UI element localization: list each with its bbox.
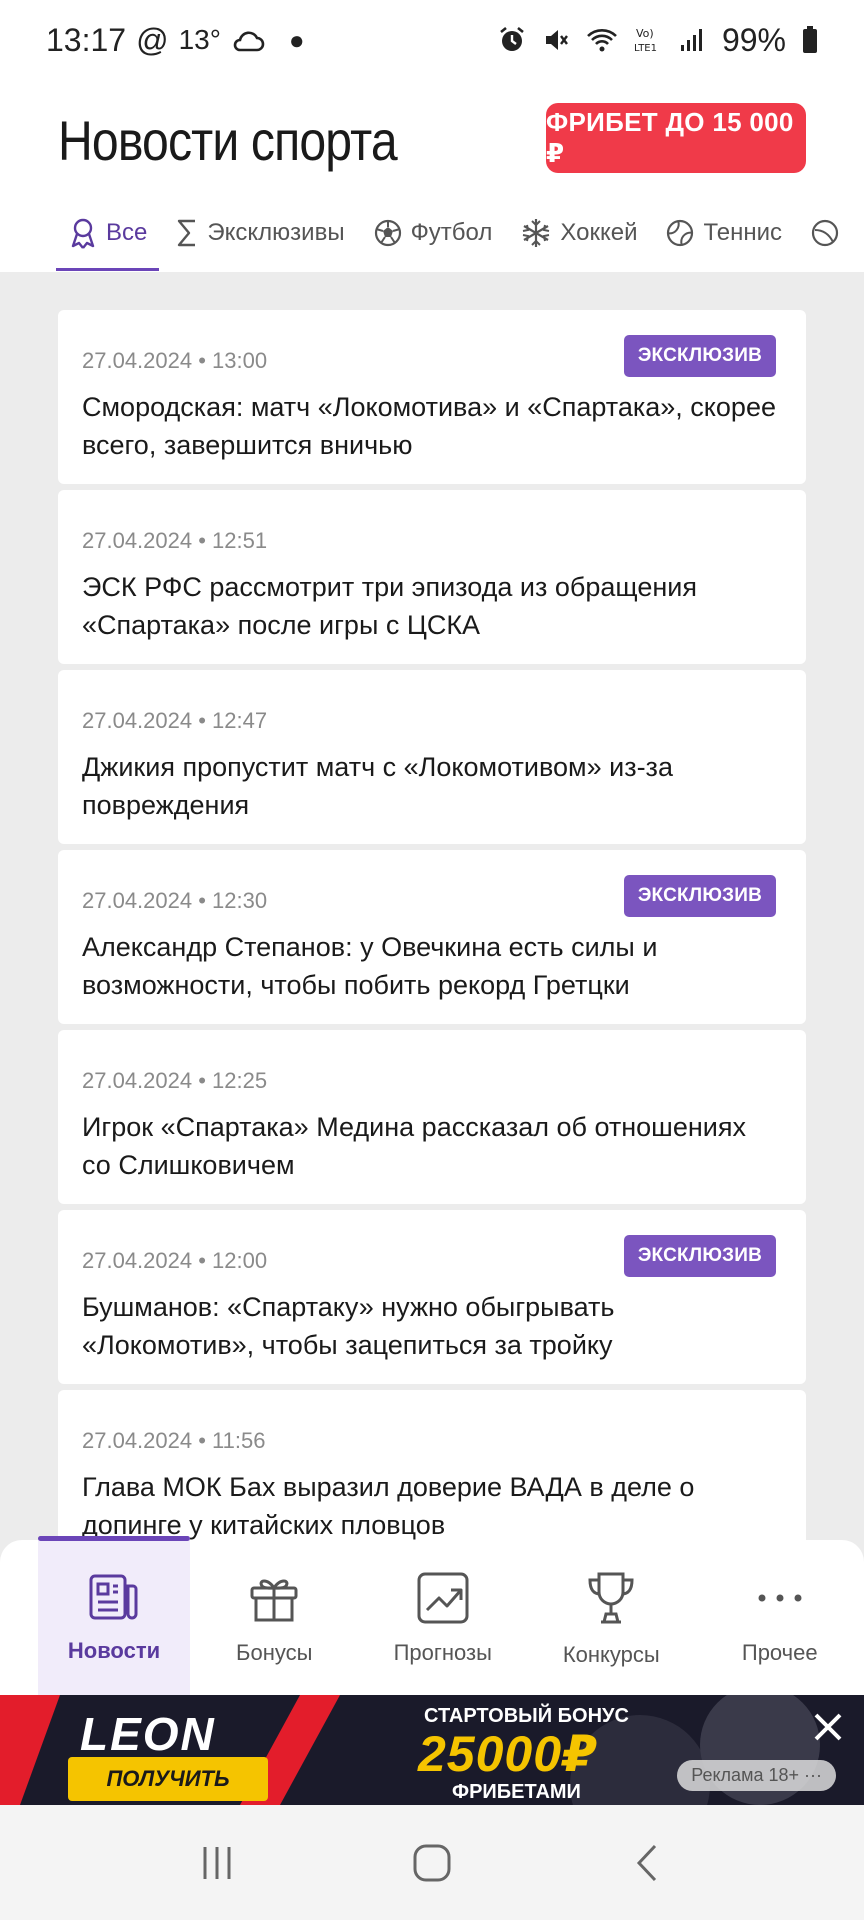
- exclusive-badge: ЭКСКЛЮЗИВ: [623, 1235, 776, 1277]
- tab-all[interactable]: Все: [56, 200, 160, 271]
- mute-icon: [545, 30, 568, 50]
- nav-predictions[interactable]: Прогнозы: [359, 1540, 528, 1695]
- ad-promo-amount: 25000₽: [418, 1726, 598, 1782]
- home-icon[interactable]: [412, 1843, 452, 1883]
- recent-apps-icon[interactable]: [197, 1843, 237, 1883]
- news-headline: Смородская: матч «Локомотива» и «Спартак…: [82, 392, 776, 460]
- news-date: 27.04.2024 • 12:47: [82, 708, 268, 733]
- snowflake-icon: [523, 219, 550, 247]
- nav-more[interactable]: Прочее: [696, 1540, 864, 1695]
- chart-icon: [417, 1572, 469, 1624]
- tab-exclusives[interactable]: Эксклюзивы: [163, 200, 356, 266]
- news-card[interactable]: 27.04.2024 • 12:00 ЭКСКЛЮЗИВ Бушманов: «…: [58, 1210, 806, 1384]
- ad-label[interactable]: Реклама 18+ ···: [677, 1760, 836, 1791]
- more-icon: [758, 1594, 802, 1602]
- news-headline: Игрок «Спартака» Медина рассказал об отн…: [82, 1112, 746, 1180]
- status-bar: 13:17 @ 13° ● Vo) LTE1 99%: [0, 0, 864, 80]
- ad-banner[interactable]: LEON ПОЛУЧИТЬ СТАРТОВЫЙ БОНУС 25000₽ ФРИ…: [0, 1695, 864, 1805]
- battery-icon: [803, 26, 817, 53]
- sigma-icon: [178, 219, 196, 247]
- bottom-nav: Новости Бонусы Прогнозы Конкурсы Прочее: [0, 1536, 864, 1695]
- at-icon: @: [136, 21, 169, 58]
- ad-brand-logo: LEON: [80, 1708, 216, 1760]
- news-list: 27.04.2024 • 13:00 ЭКСКЛЮЗИВ Смородская:…: [58, 310, 806, 1570]
- news-card[interactable]: 27.04.2024 • 12:51 ЭСК РФС рассмотрит тр…: [58, 490, 806, 664]
- cloud-icon: [233, 31, 265, 52]
- soccer-ball-icon: [374, 219, 401, 247]
- more-icon: ···: [804, 1765, 822, 1785]
- alarm-icon: [500, 26, 524, 51]
- close-icon[interactable]: [810, 1709, 846, 1745]
- volte-icon: Vo) LTE1: [634, 27, 657, 54]
- ad-promo-subtitle: ФРИБЕТАМИ: [452, 1781, 581, 1803]
- nav-news[interactable]: Новости: [38, 1536, 190, 1695]
- system-nav-bar: [0, 1805, 864, 1920]
- trophy-icon: [588, 1572, 634, 1624]
- news-headline: Глава МОК Бах выразил доверие ВАДА в дел…: [82, 1472, 695, 1540]
- news-card[interactable]: 27.04.2024 • 12:30 ЭКСКЛЮЗИВ Александр С…: [58, 850, 806, 1024]
- nav-contests[interactable]: Конкурсы: [527, 1540, 696, 1695]
- signal-icon: [680, 29, 702, 51]
- exclusive-badge: ЭКСКЛЮЗИВ: [623, 875, 776, 917]
- page-title: Новости спорта: [58, 108, 398, 172]
- news-card[interactable]: 27.04.2024 • 12:25 Игрок «Спартака» Меди…: [58, 1030, 806, 1204]
- news-date: 27.04.2024 • 11:56: [82, 1428, 266, 1453]
- news-icon: [89, 1574, 138, 1620]
- tab-next-partial[interactable]: [798, 200, 852, 266]
- wifi-icon: [587, 29, 617, 52]
- category-tabs: Все Эксклюзивы Футбол Хоккей Теннис: [0, 200, 864, 272]
- freebet-button[interactable]: ФРИБЕТ ДО 15 000 ₽: [546, 103, 806, 173]
- tennis-ball-icon: [667, 219, 694, 247]
- app-header: Новости спорта ФРИБЕТ ДО 15 000 ₽: [0, 80, 864, 200]
- news-date: 27.04.2024 • 12:51: [82, 528, 268, 553]
- svg-text:Vo): Vo): [636, 27, 654, 40]
- status-temperature: 13°: [178, 24, 221, 55]
- svg-text:LTE1: LTE1: [634, 43, 657, 54]
- tab-football[interactable]: Футбол: [361, 200, 505, 266]
- tab-tennis[interactable]: Теннис: [653, 200, 794, 266]
- sport-ball-icon: [811, 219, 839, 247]
- news-date: 27.04.2024 • 12:25: [82, 1068, 268, 1093]
- news-headline: ЭСК РФС рассмотрит три эпизода из обраще…: [82, 572, 697, 640]
- award-icon: [71, 218, 95, 249]
- ad-get-button[interactable]: ПОЛУЧИТЬ: [68, 1757, 268, 1801]
- exclusive-badge: ЭКСКЛЮЗИВ: [623, 335, 776, 377]
- status-time: 13:17: [46, 21, 127, 58]
- news-headline: Бушманов: «Спартаку» нужно обыгрывать «Л…: [82, 1292, 615, 1360]
- notification-dot-icon: ●: [288, 24, 305, 55]
- tab-hockey[interactable]: Хоккей: [508, 200, 649, 266]
- news-headline: Александр Степанов: у Овечкина есть силы…: [82, 932, 658, 1000]
- news-headline: Джикия пропустит матч с «Локомотивом» из…: [82, 752, 673, 820]
- news-card[interactable]: 27.04.2024 • 13:00 ЭКСКЛЮЗИВ Смородская:…: [58, 310, 806, 484]
- back-icon[interactable]: [627, 1843, 667, 1883]
- nav-bonuses[interactable]: Бонусы: [190, 1540, 359, 1695]
- gift-icon: [250, 1579, 298, 1622]
- news-card[interactable]: 27.04.2024 • 12:47 Джикия пропустит матч…: [58, 670, 806, 844]
- battery-percent: 99%: [721, 21, 786, 58]
